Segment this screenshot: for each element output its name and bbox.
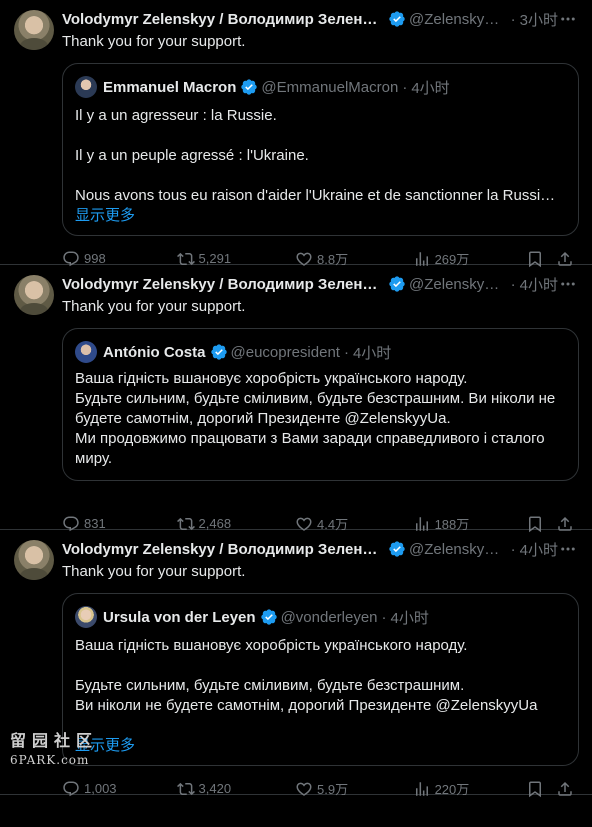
more-icon: [561, 547, 575, 551]
quoted-line: Ваша гідність вшановує хоробрість україн…: [75, 370, 468, 387]
views-button[interactable]: 220万: [413, 779, 527, 798]
quoted-author-name: Ursula von der Leyen: [103, 608, 256, 626]
quoted-timestamp: 4小时: [390, 609, 429, 627]
separator: ·: [402, 78, 408, 96]
timestamp[interactable]: 4小时: [520, 539, 558, 560]
author-name[interactable]: Volodymyr Zelenskyy / Володимир Зеленс…: [62, 541, 384, 558]
verified-badge-icon: [389, 276, 405, 292]
quoted-avatar: [75, 341, 97, 363]
quoted-line: Il y a un peuple agressé : l'Ukraine.: [75, 147, 309, 164]
like-count: 5.9万: [317, 782, 349, 797]
bookmark-button[interactable]: [526, 780, 556, 798]
separator: ·: [510, 275, 516, 293]
quoted-text: Ваша гідність вшановує хоробрість україн…: [75, 369, 566, 469]
repost-count: 5,291: [198, 251, 232, 266]
quoted-author-handle: @eucopresident: [230, 343, 340, 361]
timestamp[interactable]: 4小时: [520, 274, 558, 295]
author-handle[interactable]: @Zelensky…: [409, 276, 507, 293]
quoted-timestamp: 4小时: [352, 344, 392, 362]
quoted-author-name: António Costa: [103, 343, 206, 361]
reply-count: 831: [84, 516, 106, 531]
separator: ·: [510, 10, 516, 28]
repost-count: 2,468: [198, 516, 232, 531]
tweet-text: Thank you for your support.: [62, 563, 246, 580]
quoted-line: миру.: [75, 450, 113, 467]
quoted-tweet[interactable]: Ursula von der Leyen @vonderleyen · 4小时 …: [62, 593, 579, 766]
more-button[interactable]: [558, 539, 578, 559]
author-handle[interactable]: @Zelensky…: [409, 11, 507, 28]
watermark-line-1: 留园社区: [10, 731, 99, 750]
quoted-tweet[interactable]: Emmanuel Macron @EmmanuelMacron · 4小时 Il…: [62, 63, 579, 236]
tweet-text: Thank you for your support.: [62, 298, 246, 315]
more-icon: [561, 17, 575, 21]
verified-badge-icon: [260, 609, 277, 625]
reply-count: 1,003: [84, 781, 117, 796]
quoted-text: Il y a un agresseur : la Russie. Il y a …: [75, 106, 566, 226]
quoted-author-handle: @vonderleyen: [280, 608, 378, 626]
separator: ·: [510, 540, 516, 558]
timestamp[interactable]: 3小时: [520, 9, 558, 30]
quoted-author-name: Emmanuel Macron: [103, 78, 237, 96]
more-button[interactable]: [558, 274, 578, 294]
separator: ·: [343, 343, 349, 361]
author-name[interactable]: Volodymyr Zelenskyy / Володимир Зеленс…: [62, 11, 384, 28]
show-more-link[interactable]: 显示更多: [75, 206, 566, 226]
verified-badge-icon: [389, 541, 405, 557]
quoted-line: Ви ніколи не будете самотнім, дорогий Пр…: [75, 697, 538, 714]
quoted-author-handle: @EmmanuelMacron: [261, 78, 399, 96]
reply-count: 998: [84, 251, 106, 266]
repost-count: 3,420: [198, 781, 232, 796]
author-name[interactable]: Volodymyr Zelenskyy / Володимир Зеленс…: [62, 276, 384, 293]
quoted-line: будете самотнім, дорогий Президенте @Zel…: [75, 410, 451, 427]
more-button[interactable]: [558, 9, 578, 29]
quoted-line: Ми продовжимо працювати з Вами заради сп…: [75, 430, 545, 447]
reply-icon: [63, 781, 79, 796]
like-button[interactable]: 5.9万: [295, 779, 413, 798]
quoted-text: Ваша гідність вшановує хоробрість україн…: [75, 636, 566, 756]
verified-badge-icon: [241, 79, 258, 95]
show-more-link[interactable]: 显示更多: [75, 736, 566, 756]
avatar[interactable]: [14, 10, 54, 50]
watermark-line-2: 6PARK.com: [10, 753, 90, 767]
watermark: 留园社区 6PARK.com: [10, 727, 98, 767]
share-button[interactable]: [556, 780, 578, 798]
quoted-line: [75, 656, 566, 676]
bookmark-icon: [529, 781, 542, 797]
tweet[interactable]: Volodymyr Zelenskyy / Володимир Зеленс… …: [0, 0, 592, 267]
quoted-avatar: [75, 606, 97, 628]
avatar[interactable]: [14, 540, 54, 580]
avatar[interactable]: [14, 275, 54, 315]
quoted-line: [75, 166, 566, 186]
quoted-line: Nous avons tous eu raison d'aider l'Ukra…: [75, 187, 556, 204]
quoted-line: Будьте сильним, будьте сміливим, будьте …: [75, 390, 556, 407]
repost-icon: [176, 782, 195, 795]
reply-button[interactable]: 1,003: [62, 780, 177, 798]
quoted-line: Il y a un agresseur : la Russie.: [75, 107, 277, 124]
quoted-line: [75, 716, 566, 736]
more-icon: [561, 282, 575, 286]
verified-badge-icon: [210, 344, 227, 360]
like-icon: [296, 782, 312, 796]
quoted-line: [75, 126, 566, 146]
quoted-timestamp: 4小时: [411, 79, 450, 97]
verified-badge-icon: [389, 11, 405, 27]
views-icon: [415, 781, 428, 796]
separator: ·: [381, 608, 387, 626]
quoted-line: Будьте сильним, будьте сміливим, будьте …: [75, 677, 465, 694]
repost-button[interactable]: 3,420: [176, 780, 296, 798]
tweet[interactable]: Volodymyr Zelenskyy / Володимир Зеленс… …: [0, 265, 592, 532]
tweet-text: Thank you for your support.: [62, 33, 246, 50]
views-count: 220万: [434, 782, 470, 797]
quoted-tweet[interactable]: António Costa @eucopresident · 4小时 Ваша …: [62, 328, 579, 481]
quoted-avatar: [75, 76, 97, 98]
share-icon: [558, 781, 572, 796]
quoted-line: Ваша гідність вшановує хоробрість україн…: [75, 637, 468, 654]
author-handle[interactable]: @Zelensky…: [409, 541, 507, 558]
